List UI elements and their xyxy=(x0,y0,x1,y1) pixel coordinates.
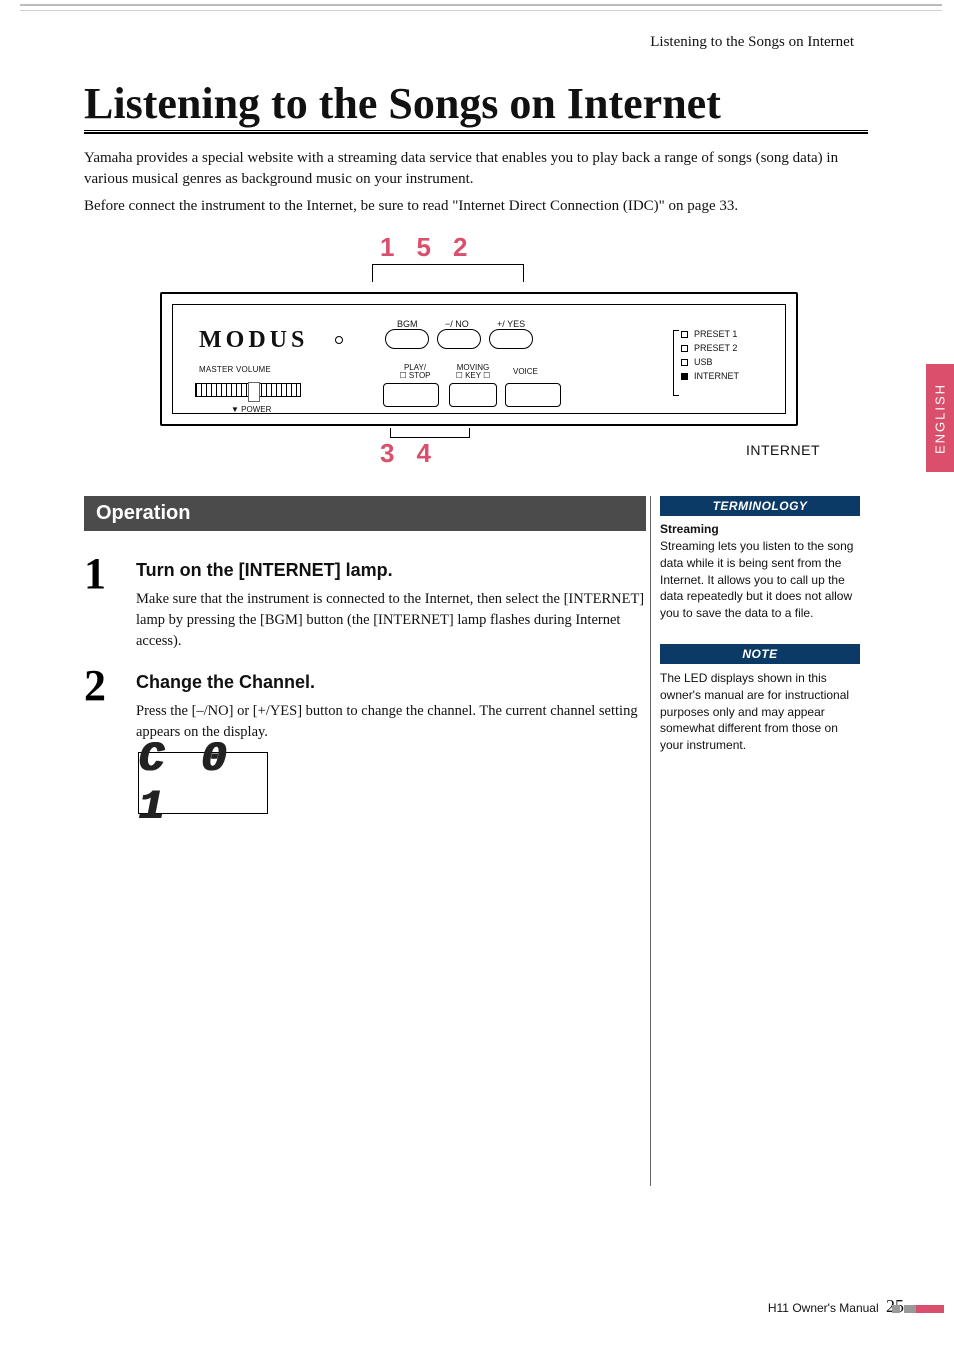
sidebar: TERMINOLOGY Streaming Streaming lets you… xyxy=(660,496,860,776)
led-display: C 0 1 xyxy=(138,752,268,814)
lamp-preset2: PRESET 2 xyxy=(681,343,765,353)
moving-key-button[interactable] xyxy=(449,383,497,407)
plus-yes-button[interactable] xyxy=(489,329,533,349)
step-2-body: Change the Channel. Press the [–/NO] or … xyxy=(136,666,646,743)
power-led-icon xyxy=(335,336,343,344)
bgm-label: BGM xyxy=(397,319,418,329)
footer-bar-icon xyxy=(904,1305,944,1313)
page: Listening to the Songs on Internet Liste… xyxy=(0,0,954,1351)
lamp-preset1: PRESET 1 xyxy=(681,329,765,339)
lamp-preset2-label: PRESET 2 xyxy=(694,343,737,353)
lamp-preset1-label: PRESET 1 xyxy=(694,329,737,339)
lamp-internet: INTERNET xyxy=(681,371,765,381)
step-1-title: Turn on the [INTERNET] lamp. xyxy=(136,560,646,581)
led-display-value: C 0 1 xyxy=(139,735,267,831)
terminology-head: TERMINOLOGY xyxy=(660,496,860,516)
play-stop-button[interactable] xyxy=(383,383,439,407)
step-2-number: 2 xyxy=(84,666,118,743)
intro-paragraph-2: Before connect the instrument to the Int… xyxy=(84,196,868,217)
lamp-square-icon xyxy=(681,345,688,352)
master-volume-label: MASTER VOLUME xyxy=(199,365,271,374)
lamp-usb-label: USB xyxy=(694,357,713,367)
language-tab: ENGLISH xyxy=(926,364,954,472)
callout-4: 4 xyxy=(416,438,452,468)
power-label: POWER xyxy=(231,405,271,414)
callout-3: 3 xyxy=(380,438,416,468)
footer-text: H11 Owner's Manual 25 xyxy=(768,1296,904,1317)
lamp-usb: USB xyxy=(681,357,765,367)
lamp-square-icon xyxy=(681,331,688,338)
key-label: ☐ KEY ☐ xyxy=(449,371,497,380)
stop-label-text: STOP xyxy=(409,371,431,380)
step-2: 2 Change the Channel. Press the [–/NO] o… xyxy=(84,666,646,743)
bracket-top xyxy=(372,264,524,282)
step-1-text: Make sure that the instrument is connect… xyxy=(136,589,646,652)
voice-label: VOICE xyxy=(513,367,538,376)
voice-button[interactable] xyxy=(505,383,561,407)
step-1-body: Turn on the [INTERNET] lamp. Make sure t… xyxy=(136,554,646,652)
note-text: The LED displays shown in this owner's m… xyxy=(660,670,860,754)
no-label: −/ NO xyxy=(445,319,469,329)
lamp-block: PRESET 1 PRESET 2 USB INTERNET xyxy=(681,325,765,385)
callout-5: 5 xyxy=(416,232,452,262)
page-title: Listening to the Songs on Internet xyxy=(84,78,721,129)
lamp-square-filled-icon xyxy=(681,373,688,380)
intro-text: Yamaha provides a special website with a… xyxy=(84,148,868,223)
internet-caption: INTERNET xyxy=(746,442,820,458)
note-head: NOTE xyxy=(660,644,860,664)
yes-label: +/ YES xyxy=(497,319,525,329)
panel-outer-frame: MODUS BGM −/ NO +/ YES MASTER VOLUME PLA… xyxy=(160,292,798,426)
lamp-bracket-icon xyxy=(673,330,679,396)
callout-2: 2 xyxy=(453,232,489,262)
bracket-bottom xyxy=(390,428,470,438)
modus-logo: MODUS xyxy=(199,327,308,354)
footer: H11 Owner's Manual 25 xyxy=(84,1297,918,1317)
master-volume-slider[interactable] xyxy=(195,383,301,397)
terminology-sub: Streaming xyxy=(660,522,860,536)
title-underline xyxy=(84,130,868,134)
top-rule-decoration xyxy=(20,4,942,22)
note-block: NOTE The LED displays shown in this owne… xyxy=(660,644,860,754)
footer-dot-icon xyxy=(892,1305,900,1313)
key-label-text: KEY xyxy=(465,371,481,380)
stop-label: ☐ STOP xyxy=(393,371,437,380)
terminology-text: Streaming lets you listen to the song da… xyxy=(660,538,860,622)
operation-heading: Operation xyxy=(84,496,646,531)
footer-manual-name: H11 Owner's Manual xyxy=(768,1301,879,1315)
lamp-square-icon xyxy=(681,359,688,366)
callout-1: 1 xyxy=(380,232,416,262)
steps-container: 1 Turn on the [INTERNET] lamp. Make sure… xyxy=(84,540,646,743)
intro-paragraph-1: Yamaha provides a special website with a… xyxy=(84,148,868,190)
step-1: 1 Turn on the [INTERNET] lamp. Make sure… xyxy=(84,554,646,652)
callouts-bottom: 34 xyxy=(380,438,453,469)
lamp-internet-label: INTERNET xyxy=(694,371,739,381)
panel-inner-frame: MODUS BGM −/ NO +/ YES MASTER VOLUME PLA… xyxy=(172,304,786,414)
terminology-block: TERMINOLOGY Streaming Streaming lets you… xyxy=(660,496,860,622)
minus-no-button[interactable] xyxy=(437,329,481,349)
bgm-button[interactable] xyxy=(385,329,429,349)
breadcrumb: Listening to the Songs on Internet xyxy=(650,34,854,51)
step-1-number: 1 xyxy=(84,554,118,652)
step-2-title: Change the Channel. xyxy=(136,672,646,693)
vertical-divider xyxy=(650,496,651,1186)
